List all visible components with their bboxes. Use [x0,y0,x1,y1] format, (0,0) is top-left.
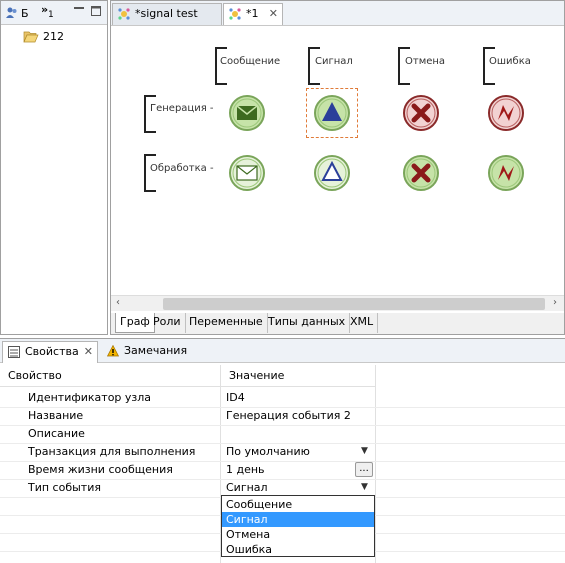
scroll-right-icon[interactable]: › [553,297,557,308]
tab-label: Замечания [124,344,188,357]
property-value[interactable]: ID4 [226,391,245,404]
table-row[interactable]: Описание [0,425,565,444]
lightning-filled-icon [488,95,524,131]
scroll-left-icon[interactable]: ‹ [116,297,120,308]
property-value[interactable]: Генерация события 2 [226,409,351,422]
column-header-cancel: Отмена [405,56,446,67]
chevron-down-icon[interactable]: ▼ [361,482,368,492]
table-row[interactable]: Транзакция для выполнения По умолчанию ▼ [0,443,565,462]
property-name: Время жизни сообщения [28,463,173,476]
navigator-tabbar: Б » 1 [1,1,107,25]
row-header-generation: Генерация - [150,103,214,114]
triangle-filled-icon [314,95,350,131]
users-icon[interactable] [5,6,19,23]
table-row[interactable]: Идентификатор узла ID4 [0,389,565,408]
warning-icon [106,344,120,357]
tab-variables[interactable]: Переменные [185,313,268,333]
scrollbar-thumb[interactable] [163,298,545,310]
maximize-icon[interactable] [90,5,102,20]
navigator-panel: Б » 1 212 [0,0,108,335]
minimize-icon[interactable] [73,5,85,20]
triangle-outline-icon [314,155,350,191]
envelope-filled-icon [229,95,265,131]
envelope-outline-icon [229,155,265,191]
message-throw-event-node[interactable] [227,93,267,133]
close-icon[interactable]: ✕ [269,7,278,20]
lightning-icon [488,155,524,191]
transaction-select[interactable]: По умолчанию [226,445,310,458]
property-name: Идентификатор узла [28,391,152,404]
cross-icon [403,155,439,191]
tab-signal-test[interactable]: *signal test [112,3,222,25]
cross-filled-icon [403,95,439,131]
dropdown-option-error[interactable]: Ошибка [222,542,374,557]
error-catch-event-node[interactable] [486,153,526,193]
horizontal-scrollbar[interactable]: ‹ › [111,295,564,311]
property-name: Транзакция для выполнения [28,445,196,458]
property-name: Описание [28,427,85,440]
tab-roles[interactable]: Роли [149,313,186,333]
column-header-property[interactable]: Свойство [0,365,221,387]
process-icon [117,7,131,21]
tab-data-types[interactable]: Типы данных [264,313,351,333]
tree-item-label: 212 [43,30,64,43]
error-throw-event-node[interactable] [486,93,526,133]
signal-throw-event-node[interactable] [312,93,352,133]
tab-properties[interactable]: Свойства ✕ [2,341,98,363]
editor-page-tabs: Граф Роли Переменные Типы данных XML [111,313,564,334]
row-bracket [144,95,156,133]
properties-icon [8,346,20,358]
tab-label: *1 [246,7,259,20]
property-name: Название [28,409,84,422]
editor-tabbar: *signal test *1 ✕ [111,1,564,26]
navigator-tab-label[interactable]: Б [21,7,29,20]
dropdown-option-message[interactable]: Сообщение [222,497,374,512]
tab-1[interactable]: *1 ✕ [223,3,283,25]
signal-catch-event-node[interactable] [312,153,352,193]
cancel-catch-event-node[interactable] [401,153,441,193]
tab-xml[interactable]: XML [346,313,379,333]
chevron-down-icon[interactable]: ▼ [361,446,368,456]
event-type-dropdown-list[interactable]: Сообщение Сигнал Отмена Ошибка [221,495,375,557]
diagram-canvas[interactable]: Сообщение Сигнал Отмена Ошибка Генерация… [111,27,564,295]
process-icon [228,7,242,21]
property-value[interactable]: 1 день [226,463,265,476]
event-type-select[interactable]: Сигнал [226,481,268,494]
column-header-value[interactable]: Значение [221,365,376,387]
message-catch-event-node[interactable] [227,153,267,193]
more-tabs-count: 1 [48,10,54,20]
tab-problems[interactable]: Замечания [102,341,196,363]
ellipsis-button[interactable]: ... [355,462,373,477]
cancel-throw-event-node[interactable] [401,93,441,133]
table-row[interactable]: Время жизни сообщения 1 день ... [0,461,565,480]
row-header-handling: Обработка - [150,163,214,174]
table-row[interactable]: Название Генерация события 2 [0,407,565,426]
column-header-message: Сообщение [220,56,281,67]
properties-tabbar: Свойства ✕ Замечания [0,339,565,363]
close-icon[interactable]: ✕ [84,345,93,358]
process-editor: *signal test *1 ✕ Сообщение Сигнал Отмен… [110,0,565,335]
dropdown-option-cancel[interactable]: Отмена [222,527,374,542]
open-folder-icon [23,30,39,46]
column-header-signal: Сигнал [315,56,353,67]
tab-label: *signal test [135,7,198,20]
property-name: Тип события [28,481,101,494]
dropdown-option-signal[interactable]: Сигнал [222,512,374,527]
column-header-error: Ошибка [489,56,531,67]
tab-label: Свойства [25,345,79,358]
